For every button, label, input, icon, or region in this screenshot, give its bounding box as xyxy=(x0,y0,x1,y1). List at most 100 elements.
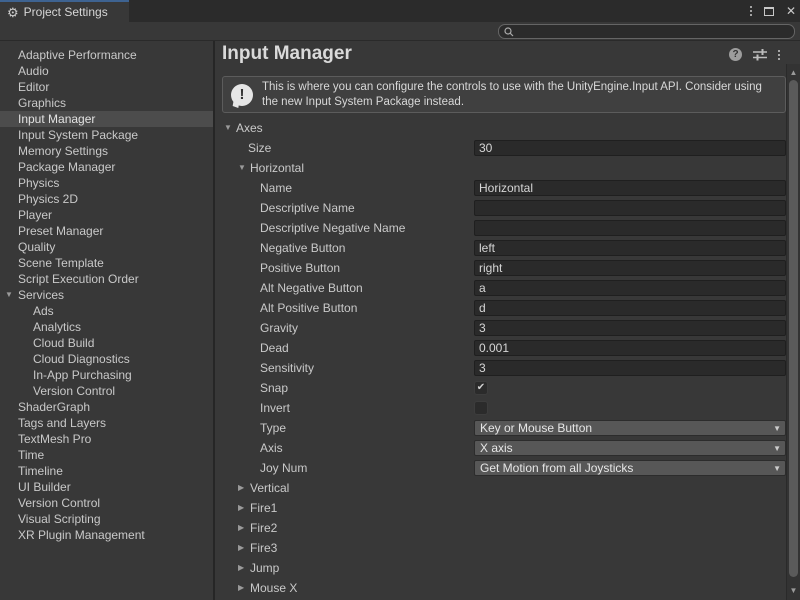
label-invert: Invert xyxy=(260,398,290,418)
sidebar-item-label: TextMesh Pro xyxy=(18,432,91,446)
sidebar-item-xr-plugin-management[interactable]: XR Plugin Management xyxy=(0,527,213,543)
sidebar-item-script-execution-order[interactable]: Script Execution Order xyxy=(0,271,213,287)
foldout-closed-icon[interactable]: ▶ xyxy=(238,538,244,558)
dropdown-type[interactable]: Key or Mouse Button▼ xyxy=(474,420,786,436)
field-negative-button[interactable] xyxy=(474,240,786,256)
label-type: Type xyxy=(260,418,286,438)
sidebar-item-scene-template[interactable]: Scene Template xyxy=(0,255,213,271)
label-negative-button: Negative Button xyxy=(260,238,345,258)
sidebar-item-physics[interactable]: Physics xyxy=(0,175,213,191)
sidebar-item-in-app-purchasing[interactable]: In-App Purchasing xyxy=(0,367,213,383)
sidebar-item-player[interactable]: Player xyxy=(0,207,213,223)
chevron-down-icon: ▼ xyxy=(773,421,781,436)
field-name[interactable] xyxy=(474,180,786,196)
label-mouse-x[interactable]: Mouse X xyxy=(250,578,297,598)
sidebar-item-package-manager[interactable]: Package Manager xyxy=(0,159,213,175)
sidebar-item-adaptive-performance[interactable]: Adaptive Performance xyxy=(0,47,213,63)
preset-sliders-icon[interactable] xyxy=(753,48,767,61)
dropdown-joy-num[interactable]: Get Motion from all Joysticks▼ xyxy=(474,460,786,476)
row-size: Size xyxy=(215,138,787,158)
row-descriptive-name: Descriptive Name xyxy=(215,198,787,218)
field-descriptive-negative-name[interactable] xyxy=(474,220,786,236)
sidebar-item-editor[interactable]: Editor xyxy=(0,79,213,95)
label-fire3[interactable]: Fire3 xyxy=(250,538,277,558)
dropdown-axis[interactable]: X axis▼ xyxy=(474,440,786,456)
sidebar: Adaptive PerformanceAudioEditorGraphicsI… xyxy=(0,41,213,600)
row-axes: ▼Axes xyxy=(215,118,787,138)
search-input[interactable] xyxy=(518,26,789,38)
sidebar-item-input-manager[interactable]: Input Manager xyxy=(0,111,213,127)
sidebar-item-version-control[interactable]: Version Control xyxy=(0,383,213,399)
header-icons: ? xyxy=(729,48,780,61)
foldout-open-icon[interactable]: ▼ xyxy=(4,287,14,303)
scroll-down-icon[interactable]: ▼ xyxy=(787,584,800,598)
sidebar-item-cloud-diagnostics[interactable]: Cloud Diagnostics xyxy=(0,351,213,367)
sidebar-item-label: Physics xyxy=(18,176,59,190)
foldout-open-icon[interactable]: ▼ xyxy=(224,118,232,138)
sidebar-item-preset-manager[interactable]: Preset Manager xyxy=(0,223,213,239)
sidebar-item-physics-2d[interactable]: Physics 2D xyxy=(0,191,213,207)
sidebar-item-label: Cloud Build xyxy=(33,336,94,350)
sidebar-item-shadergraph[interactable]: ShaderGraph xyxy=(0,399,213,415)
maximize-icon[interactable] xyxy=(764,7,774,16)
row-descriptive-negative-name: Descriptive Negative Name xyxy=(215,218,787,238)
window-menu-icon[interactable] xyxy=(750,6,752,16)
field-positive-button[interactable] xyxy=(474,260,786,276)
more-options-icon[interactable] xyxy=(778,50,780,60)
field-gravity[interactable] xyxy=(474,320,786,336)
foldout-closed-icon[interactable]: ▶ xyxy=(238,578,244,598)
sidebar-item-timeline[interactable]: Timeline xyxy=(0,463,213,479)
label-dead: Dead xyxy=(260,338,289,358)
label-axes[interactable]: Axes xyxy=(236,118,263,138)
row-name: Name xyxy=(215,178,787,198)
sidebar-item-graphics[interactable]: Graphics xyxy=(0,95,213,111)
foldout-closed-icon[interactable]: ▶ xyxy=(238,518,244,538)
label-vertical[interactable]: Vertical xyxy=(250,478,289,498)
sidebar-item-visual-scripting[interactable]: Visual Scripting xyxy=(0,511,213,527)
sidebar-item-time[interactable]: Time xyxy=(0,447,213,463)
sidebar-item-services[interactable]: ▼Services xyxy=(0,287,213,303)
sidebar-item-input-system-package[interactable]: Input System Package xyxy=(0,127,213,143)
field-alt-negative-button[interactable] xyxy=(474,280,786,296)
foldout-closed-icon[interactable]: ▶ xyxy=(238,558,244,578)
sidebar-item-memory-settings[interactable]: Memory Settings xyxy=(0,143,213,159)
close-icon[interactable]: ✕ xyxy=(786,5,796,17)
sidebar-item-label: Input Manager xyxy=(18,112,95,126)
field-size[interactable] xyxy=(474,140,786,156)
field-descriptive-name[interactable] xyxy=(474,200,786,216)
help-icon[interactable]: ? xyxy=(729,48,742,61)
sidebar-item-cloud-build[interactable]: Cloud Build xyxy=(0,335,213,351)
label-jump[interactable]: Jump xyxy=(250,558,279,578)
foldout-open-icon[interactable]: ▼ xyxy=(238,158,246,178)
row-vertical: ▶ Vertical xyxy=(215,478,787,498)
sidebar-item-version-control[interactable]: Version Control xyxy=(0,495,213,511)
search-box[interactable] xyxy=(498,24,795,39)
foldout-closed-icon[interactable]: ▶ xyxy=(238,478,244,498)
label-sensitivity: Sensitivity xyxy=(260,358,314,378)
sidebar-item-textmesh-pro[interactable]: TextMesh Pro xyxy=(0,431,213,447)
sidebar-item-tags-and-layers[interactable]: Tags and Layers xyxy=(0,415,213,431)
checkbox-invert[interactable] xyxy=(474,401,488,415)
label-horizontal[interactable]: Horizontal xyxy=(250,158,304,178)
label-axis: Axis xyxy=(260,438,283,458)
checkbox-snap[interactable]: ✔ xyxy=(474,381,488,395)
sidebar-item-quality[interactable]: Quality xyxy=(0,239,213,255)
row-fire2: ▶ Fire2 xyxy=(215,518,787,538)
sidebar-item-ads[interactable]: Ads xyxy=(0,303,213,319)
label-fire1[interactable]: Fire1 xyxy=(250,498,277,518)
foldout-closed-icon[interactable]: ▶ xyxy=(238,498,244,518)
field-alt-positive-button[interactable] xyxy=(474,300,786,316)
row-alt-positive-button: Alt Positive Button xyxy=(215,298,787,318)
scroll-up-icon[interactable]: ▲ xyxy=(787,66,800,80)
field-dead[interactable] xyxy=(474,340,786,356)
field-sensitivity[interactable] xyxy=(474,360,786,376)
label-fire2[interactable]: Fire2 xyxy=(250,518,277,538)
sidebar-item-analytics[interactable]: Analytics xyxy=(0,319,213,335)
scrollbar-thumb[interactable] xyxy=(789,80,798,577)
label-positive-button: Positive Button xyxy=(260,258,340,278)
sidebar-item-audio[interactable]: Audio xyxy=(0,63,213,79)
toolbar xyxy=(0,22,800,41)
sidebar-item-label: Editor xyxy=(18,80,49,94)
tab-project-settings[interactable]: ⚙ Project Settings xyxy=(0,2,129,22)
sidebar-item-ui-builder[interactable]: UI Builder xyxy=(0,479,213,495)
